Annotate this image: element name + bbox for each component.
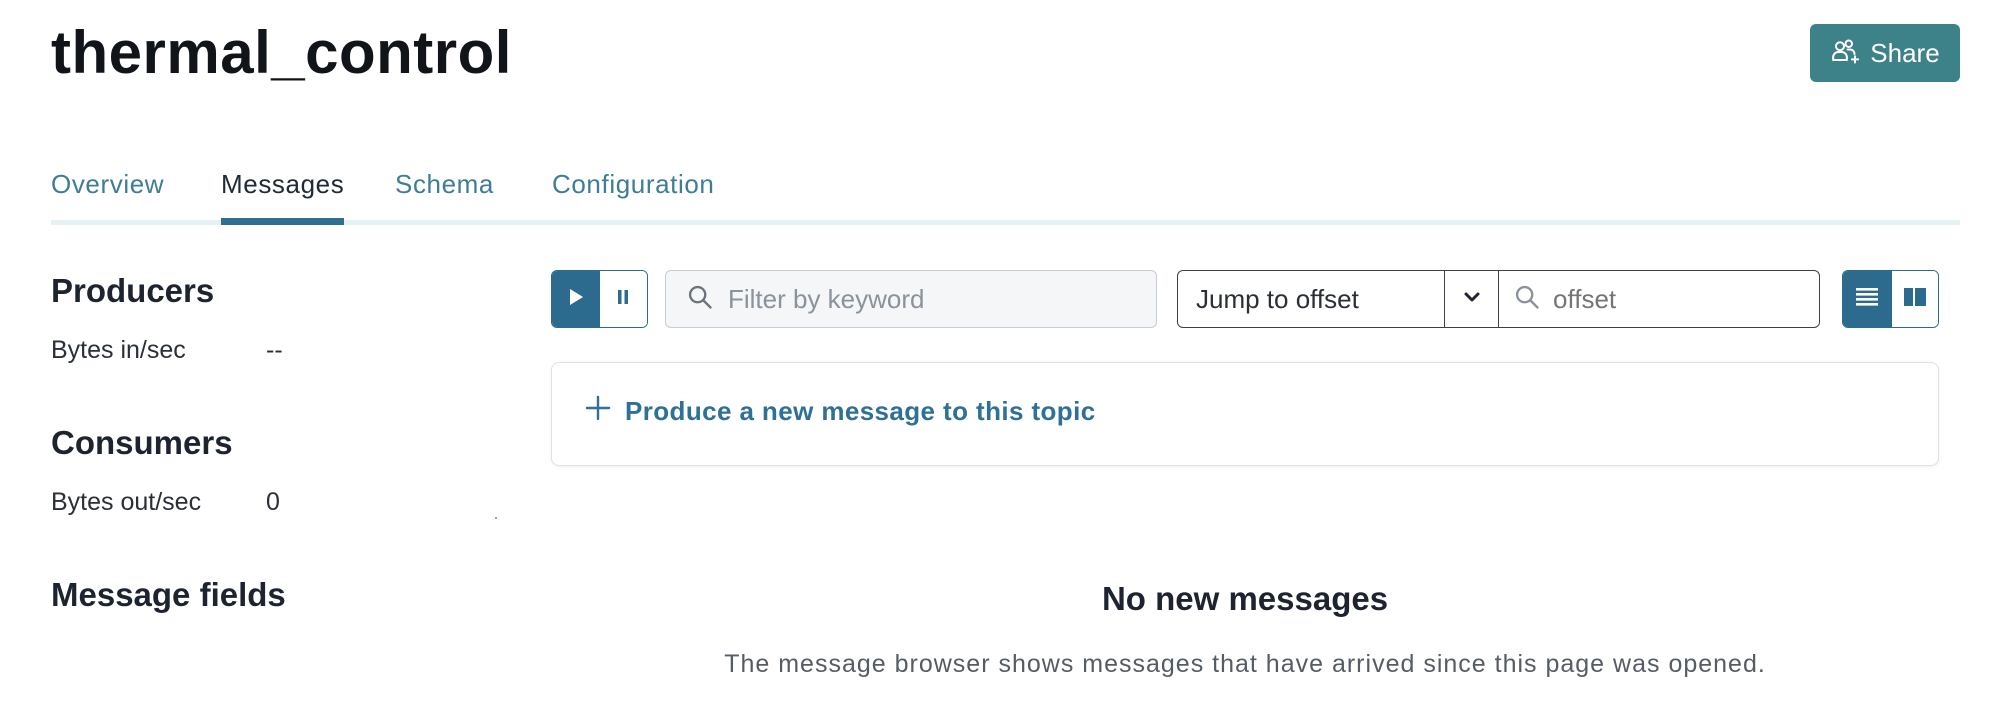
pause-button[interactable] (599, 271, 647, 327)
play-button[interactable] (552, 271, 600, 327)
produce-message-card: Produce a new message to this topic (551, 362, 1939, 466)
share-button[interactable]: Share (1810, 24, 1960, 82)
producers-heading: Producers (51, 272, 215, 309)
stream-controls (551, 270, 648, 328)
empty-state-description: The message browser shows messages that … (724, 650, 1766, 678)
tab-configuration[interactable]: Configuration (552, 169, 714, 225)
tab-schema[interactable]: Schema (395, 169, 494, 225)
jump-dropdown-toggle[interactable] (1444, 271, 1498, 327)
bytes-in-value: -- (266, 336, 283, 364)
keyword-filter-input[interactable] (728, 283, 1156, 315)
share-users-icon (1830, 35, 1860, 72)
search-icon (1513, 283, 1541, 316)
topic-page: thermal_control Share Overview Messages … (0, 0, 1999, 726)
topic-tabs: Overview Messages Schema Configuration (51, 165, 1960, 225)
bytes-out-value: 0 (266, 488, 280, 516)
message-fields-heading: Message fields (51, 576, 286, 613)
bytes-out-label: Bytes out/sec (51, 488, 202, 516)
share-button-label: Share (1870, 37, 1940, 68)
jump-to-offset-select[interactable]: Jump to offset (1177, 270, 1499, 328)
produce-message-label: Produce a new message to this topic (625, 396, 1096, 426)
produce-message-link[interactable]: Produce a new message to this topic (585, 395, 1096, 428)
divider-speck (495, 517, 497, 519)
tab-overview[interactable]: Overview (51, 169, 164, 225)
view-mode-toggle (1842, 270, 1939, 328)
split-view-icon (1903, 286, 1927, 313)
chevron-down-icon (1463, 290, 1481, 308)
consumers-heading: Consumers (51, 424, 233, 461)
bytes-in-label: Bytes in/sec (51, 336, 186, 364)
list-view-icon (1855, 286, 1879, 313)
play-icon (568, 288, 584, 311)
list-view-button[interactable] (1843, 271, 1891, 327)
offset-field (1498, 270, 1820, 328)
jump-to-offset-label: Jump to offset (1196, 283, 1359, 314)
page-title: thermal_control (51, 19, 512, 86)
plus-icon (585, 395, 611, 428)
search-icon (686, 283, 714, 316)
pause-icon (616, 289, 630, 310)
keyword-filter (665, 270, 1157, 328)
offset-input[interactable] (1553, 283, 1819, 315)
split-view-button[interactable] (1890, 271, 1938, 327)
tab-messages[interactable]: Messages (221, 169, 345, 225)
empty-state-title: No new messages (1101, 580, 1389, 617)
